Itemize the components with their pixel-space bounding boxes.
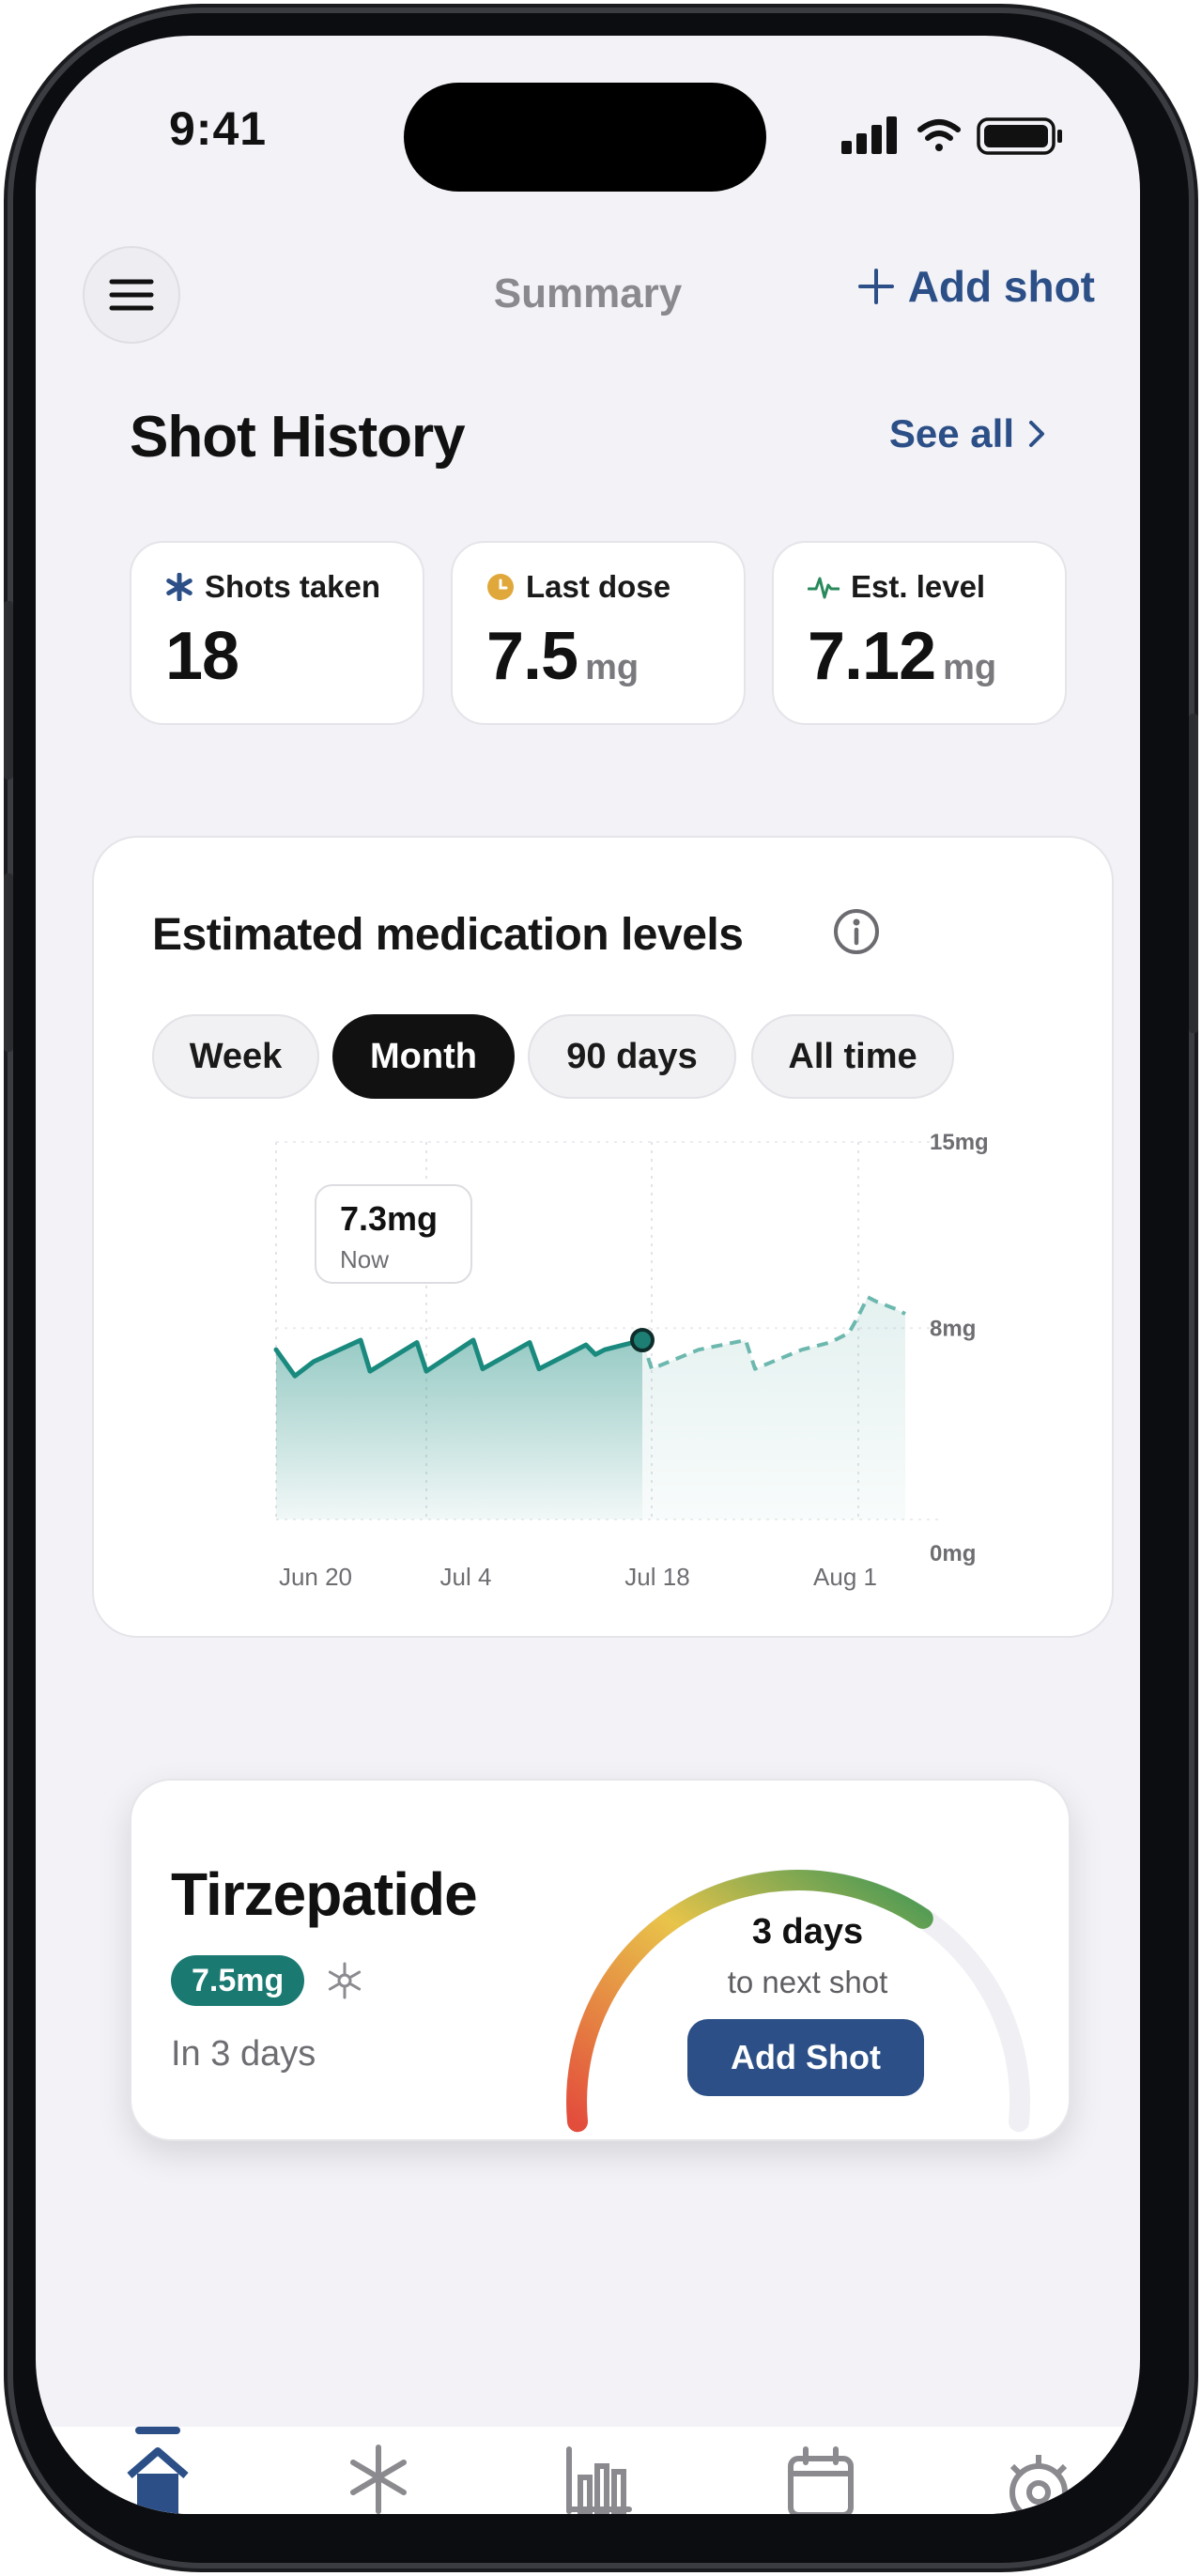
stat-label: Last dose — [526, 569, 671, 604]
stat-unit: mg — [943, 648, 997, 687]
app-screen: 9:41 Summary Add shot Shot History See a… — [36, 36, 1140, 2514]
calendar-icon[interactable] — [788, 2446, 854, 2514]
chart-y-tick: 15mg — [930, 1130, 989, 1155]
chart-projected-area — [642, 1297, 905, 1519]
stat-label: Shots taken — [205, 569, 381, 604]
battery-icon — [977, 117, 1062, 155]
action-button — [4, 601, 13, 779]
power-button — [1189, 714, 1198, 1033]
tab-bar — [36, 2427, 1140, 2514]
shot-history-title: Shot History — [130, 405, 466, 470]
chevron-right-icon — [1029, 421, 1044, 447]
add-shot-button[interactable]: Add Shot — [687, 2019, 924, 2096]
heartbeat-icon — [808, 577, 840, 599]
gauge-subtitle: to next shot — [727, 1965, 888, 1999]
stat-value: 7.12 — [808, 619, 936, 694]
shot-icon[interactable] — [350, 2445, 407, 2514]
tab-icons — [127, 2445, 1068, 2514]
dynamic-island — [404, 83, 766, 192]
bar-chart-icon[interactable] — [566, 2446, 632, 2514]
wifi-icon — [917, 119, 961, 151]
clock-icon — [487, 574, 514, 600]
chart-x-tick: Aug 1 — [813, 1563, 877, 1591]
stat-value: 7.5 — [486, 619, 578, 694]
chart-x-tick: Jun 20 — [279, 1563, 352, 1591]
add-shot-link[interactable]: Add shot — [857, 261, 1095, 312]
chart-area — [276, 1340, 642, 1519]
chart-y-tick: 8mg — [930, 1316, 976, 1341]
gear-icon[interactable] — [1009, 2455, 1068, 2514]
add-shot-label: Add shot — [907, 262, 1095, 311]
levels-chart: 7.3mg Now 15mg 8mg 0mg Jun 20 Jul 4 Jul 18 Aug 1 — [273, 1130, 989, 1591]
dose-badge: 7.5mg — [171, 1955, 305, 2006]
medication-name: Tirzepatide — [171, 1860, 478, 1928]
chart-y-tick: 0mg — [930, 1541, 976, 1566]
next-shot-text: In 3 days — [171, 2034, 316, 2074]
status-icons — [841, 115, 1076, 161]
asterisk-icon — [166, 573, 193, 601]
see-all-label: See all — [888, 411, 1014, 455]
volume-up-button — [4, 873, 13, 1052]
levels-card: Estimated medication levels Week Month 9… — [92, 836, 1114, 1638]
chart-tooltip-value: 7.3mg — [340, 1199, 438, 1238]
stat-value: 18 — [165, 619, 239, 694]
plus-icon — [857, 269, 894, 304]
stat-card-last-dose: Last dose 7.5 mg — [451, 541, 746, 725]
snowflake-icon — [325, 1961, 364, 2005]
days-to-next-shot: 3 days — [751, 1912, 864, 1951]
chart-now-marker — [630, 1328, 655, 1352]
chart-x-tick: Jul 18 — [624, 1563, 689, 1591]
stat-unit: mg — [585, 648, 640, 687]
signal-icon — [841, 116, 897, 154]
status-time: 9:41 — [169, 102, 268, 155]
home-icon[interactable] — [127, 2447, 189, 2514]
stat-card-est-level: Est. level 7.12 mg — [772, 541, 1067, 725]
see-all-link[interactable]: See all — [889, 411, 1046, 456]
stat-card-shots-taken: Shots taken 18 — [130, 541, 424, 725]
chart-x-tick: Jul 4 — [440, 1563, 492, 1591]
medication-card: Tirzepatide 7.5mg In 3 days 3 days to ne… — [130, 1779, 1071, 2141]
stat-label: Est. level — [851, 569, 986, 604]
chart-tooltip-label: Now — [340, 1245, 389, 1273]
